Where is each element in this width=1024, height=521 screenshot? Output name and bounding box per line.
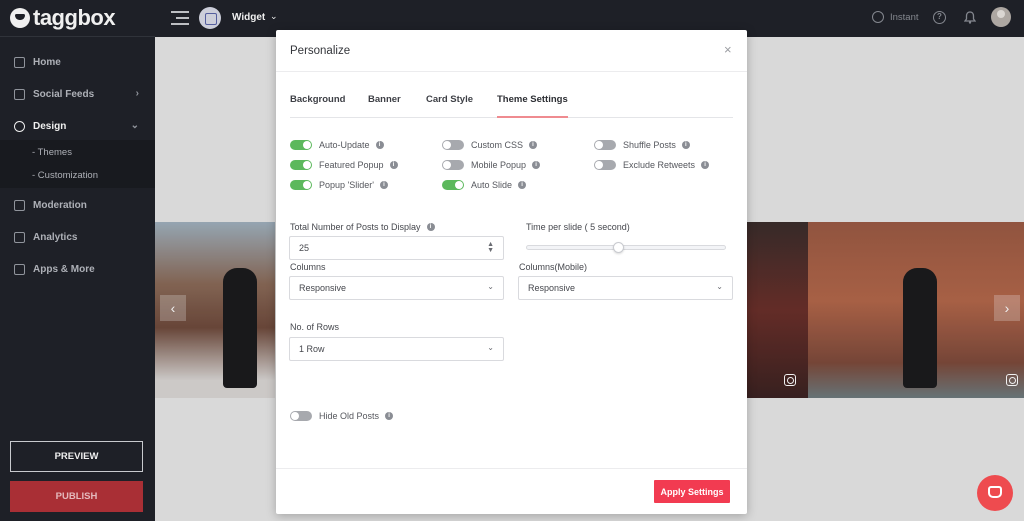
toggle-mobile-popup[interactable]: Mobile Popup i bbox=[442, 160, 541, 170]
info-icon[interactable]: i bbox=[529, 141, 538, 149]
modal-header-divider bbox=[276, 71, 747, 72]
tab-banner[interactable]: Banner bbox=[368, 94, 401, 105]
toggle-label: Hide Old Posts bbox=[319, 411, 380, 421]
rows-value: 1 Row bbox=[299, 344, 325, 354]
time-per-slide-slider[interactable] bbox=[526, 245, 726, 250]
modal-tabs: Background Banner Card Style Theme Setti… bbox=[290, 94, 733, 118]
toggle-auto-slide[interactable]: Auto Slide i bbox=[442, 180, 527, 190]
info-icon[interactable]: i bbox=[379, 181, 388, 189]
toggle-label: Auto Slide bbox=[471, 180, 513, 190]
toggle-switch[interactable] bbox=[594, 140, 616, 150]
info-icon[interactable]: i bbox=[701, 161, 710, 169]
personalize-modal: Personalize × Background Banner Card Sty… bbox=[276, 30, 747, 514]
info-icon[interactable]: i bbox=[385, 412, 394, 420]
toggle-label: Featured Popup bbox=[319, 160, 384, 170]
columns-select[interactable]: Responsive ⌄ bbox=[289, 276, 504, 300]
posts-count-value: 25 bbox=[299, 243, 310, 253]
toggle-label: Exclude Retweets bbox=[623, 160, 696, 170]
slider-handle[interactable] bbox=[612, 242, 624, 253]
toggle-featured-popup[interactable]: Featured Popup i bbox=[290, 160, 398, 170]
tab-card-style[interactable]: Card Style bbox=[426, 94, 473, 105]
toggle-switch[interactable] bbox=[290, 140, 312, 150]
toggle-exclude-retweets[interactable]: Exclude Retweets i bbox=[594, 160, 710, 170]
columns-value: Responsive bbox=[299, 283, 347, 293]
time-per-slide-label: Time per slide ( 5 second) bbox=[526, 222, 630, 232]
posts-count-label: Total Number of Posts to Display i bbox=[290, 222, 435, 232]
toggle-label: Shuffle Posts bbox=[623, 140, 676, 150]
toggle-shuffle-posts[interactable]: Shuffle Posts i bbox=[594, 140, 690, 150]
toggle-label: Popup 'Slider' bbox=[319, 180, 374, 190]
stepper-icon[interactable]: ▲ ▼ bbox=[487, 241, 494, 254]
toggle-switch[interactable] bbox=[442, 180, 464, 190]
toggle-switch[interactable] bbox=[290, 411, 312, 421]
rows-select[interactable]: 1 Row ⌄ bbox=[289, 337, 504, 361]
rows-label: No. of Rows bbox=[290, 322, 340, 332]
columns-mobile-label: Columns(Mobile) bbox=[519, 262, 588, 272]
toggle-auto-update[interactable]: Auto-Update i bbox=[290, 140, 384, 150]
tab-background[interactable]: Background bbox=[290, 94, 345, 105]
toggle-custom-css[interactable]: Custom CSS i bbox=[442, 140, 538, 150]
toggle-switch[interactable] bbox=[290, 180, 312, 190]
posts-count-input[interactable]: 25 ▲ ▼ bbox=[289, 236, 504, 260]
toggle-switch[interactable] bbox=[290, 160, 312, 170]
modal-title: Personalize bbox=[290, 45, 351, 57]
toggle-label: Mobile Popup bbox=[471, 160, 527, 170]
close-icon[interactable]: × bbox=[724, 42, 732, 57]
chat-icon[interactable] bbox=[977, 475, 1013, 511]
info-icon[interactable]: i bbox=[532, 161, 541, 169]
toggle-switch[interactable] bbox=[442, 140, 464, 150]
chevron-down-icon: ⌄ bbox=[716, 282, 723, 291]
toggle-switch[interactable] bbox=[594, 160, 616, 170]
columns-mobile-select[interactable]: Responsive ⌄ bbox=[518, 276, 733, 300]
toggle-label: Custom CSS bbox=[471, 140, 524, 150]
apply-settings-button[interactable]: Apply Settings bbox=[654, 480, 730, 503]
toggle-label: Auto-Update bbox=[319, 140, 370, 150]
posts-count-label-text: Total Number of Posts to Display bbox=[290, 222, 421, 232]
toggle-hide-old-posts[interactable]: Hide Old Posts i bbox=[290, 411, 394, 421]
info-icon[interactable]: i bbox=[389, 161, 398, 169]
modal-footer-divider bbox=[276, 468, 747, 469]
info-icon[interactable]: i bbox=[375, 141, 384, 149]
info-icon[interactable]: i bbox=[518, 181, 527, 189]
toggle-switch[interactable] bbox=[442, 160, 464, 170]
chevron-down-icon: ⌄ bbox=[487, 282, 494, 291]
tab-theme-settings[interactable]: Theme Settings bbox=[497, 94, 568, 118]
chevron-down-icon: ⌄ bbox=[487, 343, 494, 352]
info-icon[interactable]: i bbox=[681, 141, 690, 149]
columns-mobile-value: Responsive bbox=[528, 283, 576, 293]
toggle-popup-slider[interactable]: Popup 'Slider' i bbox=[290, 180, 388, 190]
info-icon[interactable]: i bbox=[426, 223, 435, 231]
columns-label: Columns bbox=[290, 262, 326, 272]
